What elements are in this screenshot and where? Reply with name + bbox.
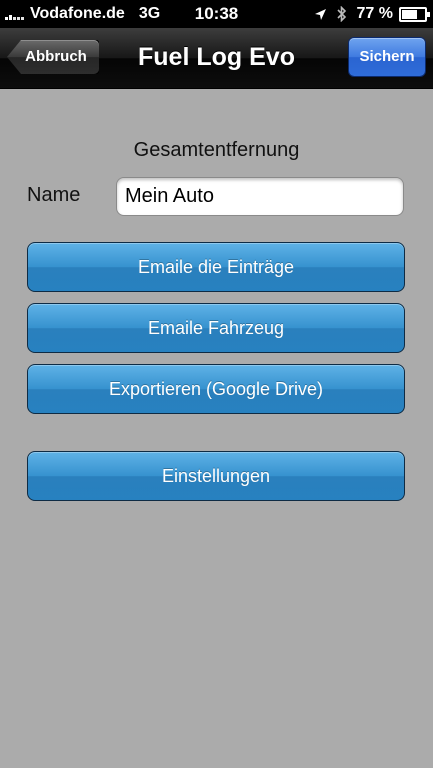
battery-fill — [402, 9, 417, 19]
name-input[interactable] — [116, 177, 404, 216]
save-button[interactable]: Sichern — [349, 38, 425, 76]
bluetooth-icon — [336, 6, 347, 22]
status-right: 77 % — [314, 0, 430, 28]
section-title: Gesamtentfernung — [133, 139, 300, 161]
name-label: Name — [27, 184, 81, 206]
battery-icon — [399, 6, 430, 22]
status-bar: Vodafone.de 3G 10:38 77 % — [0, 0, 433, 28]
export-google-drive-button[interactable]: Exportieren (Google Drive) — [27, 364, 405, 414]
email-vehicle-button[interactable]: Emaile Fahrzeug — [27, 303, 405, 353]
battery-percent: 77 % — [356, 5, 393, 22]
location-icon — [314, 8, 327, 21]
navigation-bar: Abbruch Fuel Log Evo Sichern — [0, 28, 433, 89]
email-entries-button[interactable]: Emaile die Einträge — [27, 242, 405, 292]
settings-button[interactable]: Einstellungen — [27, 451, 405, 501]
